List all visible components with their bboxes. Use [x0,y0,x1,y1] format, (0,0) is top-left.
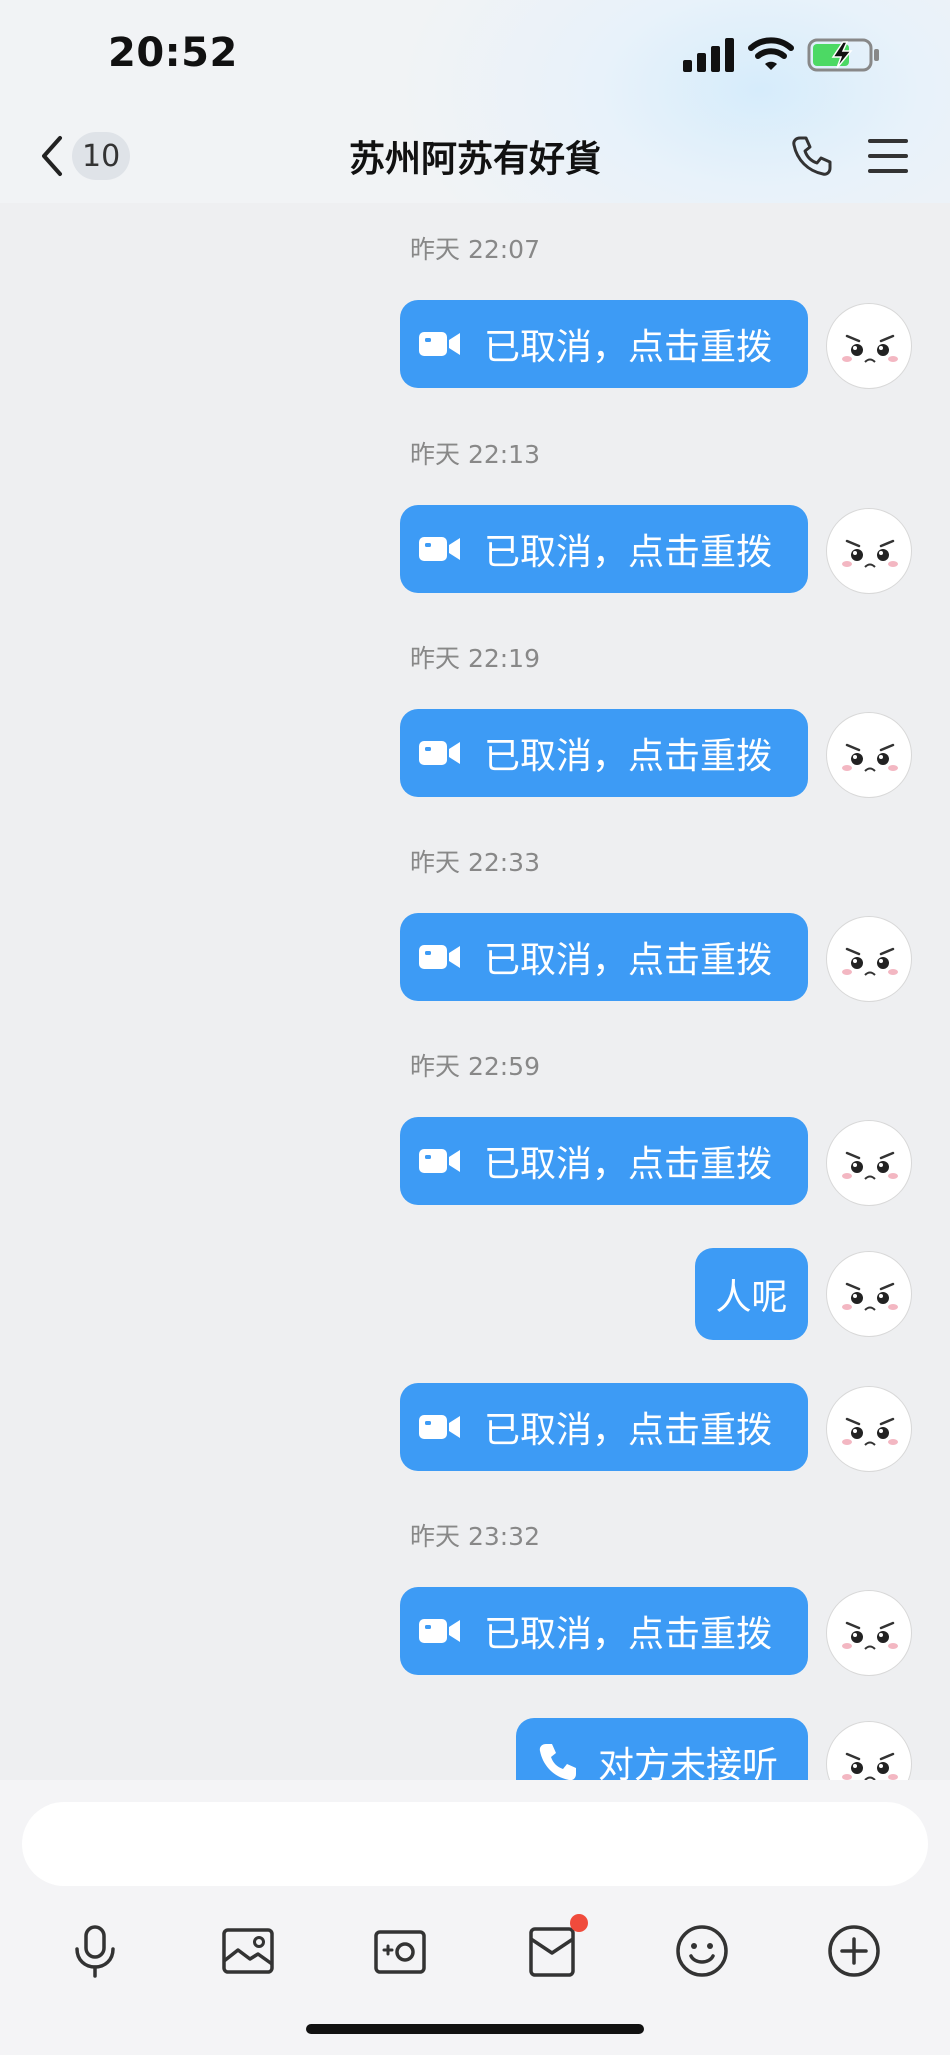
bubble-text: 已取消，点击重拨 [484,940,773,981]
avatar[interactable] [826,1120,912,1206]
bubble-text: 已取消，点击重拨 [484,532,773,573]
camera-icon[interactable] [372,1923,428,1979]
avatar[interactable] [826,303,912,389]
timestamp: 昨天 22:13 [410,440,540,469]
video-call-bubble[interactable]: 已取消，点击重拨 [400,505,808,593]
face-icon [834,720,906,792]
video-camera-icon [419,537,460,561]
avatar[interactable] [826,1251,912,1337]
menu-icon[interactable] [866,136,910,176]
plus-icon[interactable] [826,1923,882,1979]
bubble-text: 已取消，点击重拨 [484,1144,773,1185]
face-icon [834,1128,906,1200]
status-bar: 20:52 [0,0,950,110]
avatar[interactable] [826,1721,912,1780]
bubble-text: 已取消，点击重拨 [484,327,773,368]
face-icon [834,516,906,588]
notification-dot [570,1914,588,1932]
image-icon[interactable] [220,1923,276,1979]
bubble-text: 已取消，点击重拨 [484,1614,773,1655]
video-camera-icon [419,1415,460,1439]
timestamp: 昨天 22:59 [410,1052,540,1081]
bubble-text: 已取消，点击重拨 [484,1410,773,1451]
avatar[interactable] [826,916,912,1002]
face-icon [834,924,906,996]
video-call-bubble[interactable]: 已取消，点击重拨 [400,913,808,1001]
face-icon [834,1394,906,1466]
bubble-text: 对方未接听 [598,1745,779,1780]
video-call-bubble[interactable]: 已取消，点击重拨 [400,300,808,388]
message-input[interactable] [22,1802,928,1886]
video-camera-icon [419,741,460,765]
voice-call-bubble[interactable]: 对方未接听 [516,1718,808,1780]
video-camera-icon [419,332,460,356]
bubble-text: 已取消，点击重拨 [484,736,773,777]
emoji-icon[interactable] [674,1923,730,1979]
home-indicator[interactable] [306,2024,644,2034]
avatar[interactable] [826,1590,912,1676]
status-time: 20:52 [108,30,238,76]
face-icon [834,1598,906,1670]
timestamp: 昨天 22:33 [410,848,540,877]
red-packet-icon[interactable] [524,1923,580,1979]
video-call-bubble[interactable]: 已取消，点击重拨 [400,1587,808,1675]
message-list[interactable]: 昨天 22:07 已取消，点击重拨 昨天 22:13 已取消，点击重拨 昨天 2… [0,203,950,1780]
chevron-left-icon [42,136,62,176]
microphone-icon[interactable] [67,1923,123,1979]
phone-icon [539,1744,576,1780]
video-camera-icon [419,1619,460,1643]
video-call-bubble[interactable]: 已取消，点击重拨 [400,1117,808,1205]
avatar[interactable] [826,1386,912,1472]
battery-charging-icon [807,38,879,72]
timestamp: 昨天 23:32 [410,1522,540,1551]
face-icon [834,1729,906,1780]
face-icon [834,311,906,383]
timestamp: 昨天 22:19 [410,644,540,673]
bubble-text: 人呢 [715,1277,788,1318]
timestamp: 昨天 22:07 [410,235,540,264]
input-area [0,1780,950,2055]
chat-header: 苏州阿苏有好貨 10 [0,110,950,203]
unread-count-badge: 10 [72,132,131,180]
text-bubble[interactable]: 人呢 [695,1248,808,1340]
video-call-bubble[interactable]: 已取消，点击重拨 [400,709,808,797]
avatar[interactable] [826,508,912,594]
phone-call-icon[interactable] [790,134,834,178]
video-camera-icon [419,945,460,969]
video-camera-icon [419,1149,460,1173]
back-button[interactable]: 10 [38,130,131,182]
video-call-bubble[interactable]: 已取消，点击重拨 [400,1383,808,1471]
signal-icon [683,38,734,72]
avatar[interactable] [826,712,912,798]
face-icon [834,1259,906,1331]
wifi-icon [748,37,794,70]
